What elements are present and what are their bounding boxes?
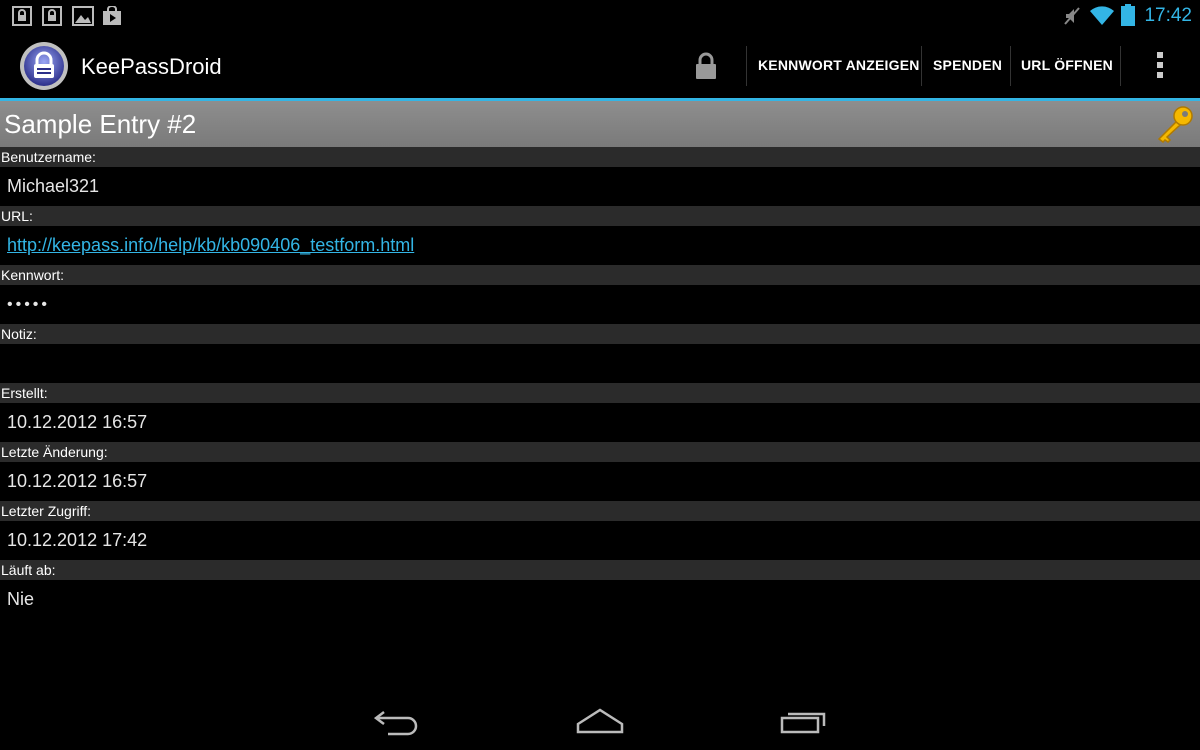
play-store-notification-icon — [103, 6, 121, 25]
mute-icon — [1064, 7, 1080, 25]
modified-value: 10.12.2012 16:57 — [7, 471, 148, 491]
keepassdroid-app-icon[interactable] — [19, 41, 69, 91]
username-label: Benutzername: — [0, 147, 1200, 167]
created-label: Erstellt: — [0, 383, 1200, 403]
wifi-icon — [1090, 6, 1114, 26]
url-link[interactable]: http://keepass.info/help/kb/kb090406_tes… — [7, 235, 414, 255]
clock: 17:42 — [1144, 5, 1192, 26]
status-bar: 17:42 — [0, 0, 1200, 32]
url-value: http://keepass.info/help/kb/kb090406_tes… — [0, 226, 1200, 265]
divider — [746, 46, 747, 86]
entry-fields: Benutzername: Michael321 URL: http://kee… — [0, 147, 1200, 619]
divider — [1010, 46, 1011, 86]
created-value: 10.12.2012 16:57 — [7, 412, 148, 432]
open-url-button[interactable]: URL ÖFFNEN — [1021, 57, 1113, 73]
image-notification-icon — [72, 6, 94, 26]
expires-value: Nie — [7, 589, 35, 609]
navigation-bar — [0, 690, 1200, 750]
accessed-value: 10.12.2012 17:42 — [7, 530, 148, 550]
expires-label: Läuft ab: — [0, 560, 1200, 580]
donate-button[interactable]: SPENDEN — [933, 57, 1002, 73]
lock-notification-icon — [42, 6, 62, 26]
home-icon[interactable] — [576, 706, 624, 736]
entry-title: Sample Entry #2 — [4, 109, 197, 139]
app-title: KeePassDroid — [81, 54, 222, 79]
back-icon[interactable] — [374, 706, 420, 736]
divider — [921, 46, 922, 86]
lock-notification-icon — [12, 6, 32, 26]
entry-title-bar: Sample Entry #2 — [0, 101, 1200, 147]
key-icon — [1157, 106, 1193, 143]
show-password-button[interactable]: KENNWORT ANZEIGEN — [758, 57, 920, 73]
password-label: Kennwort: — [0, 265, 1200, 285]
notes-label: Notiz: — [0, 324, 1200, 344]
action-bar: KeePassDroid KENNWORT ANZEIGEN SPENDEN U… — [0, 32, 1200, 101]
divider — [1120, 46, 1121, 86]
overflow-menu-icon[interactable] — [1153, 52, 1167, 82]
url-label: URL: — [0, 206, 1200, 226]
notes-value — [0, 344, 1200, 383]
recent-apps-icon[interactable] — [780, 706, 828, 736]
modified-label: Letzte Änderung: — [0, 442, 1200, 462]
password-value: ••••• — [7, 296, 51, 313]
username-value: Michael321 — [7, 176, 100, 196]
lock-database-icon[interactable] — [694, 52, 718, 80]
battery-icon — [1121, 4, 1135, 26]
accessed-label: Letzter Zugriff: — [0, 501, 1200, 521]
